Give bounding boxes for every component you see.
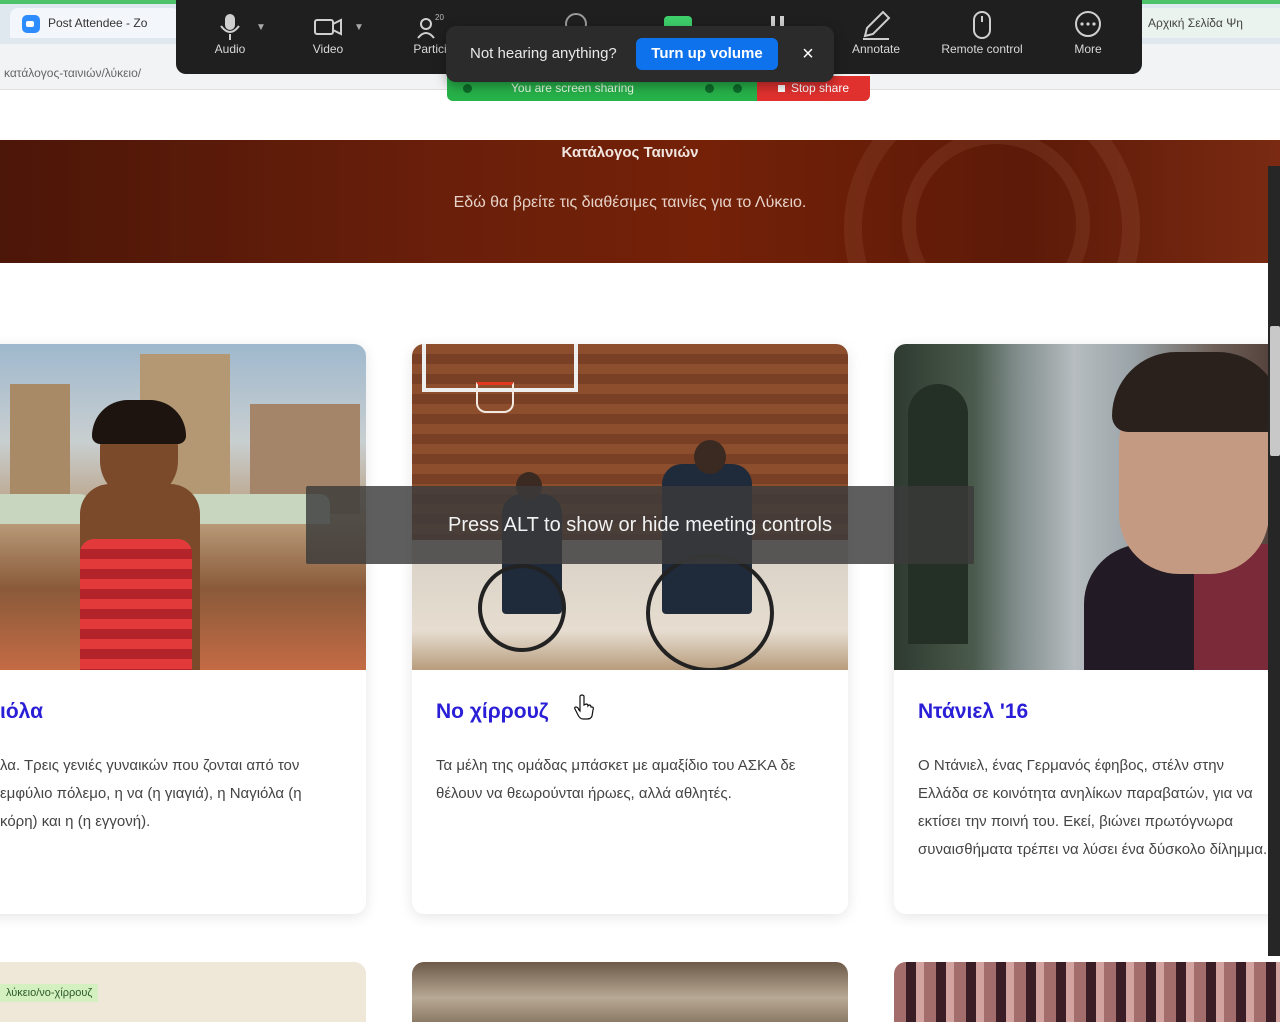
more-dots-icon <box>1038 8 1138 42</box>
meeting-controls-hint: Press ALT to show or hide meeting contro… <box>306 486 974 564</box>
catalog-banner: Κατάλογος Ταινιών Εδώ θα βρείτε τις διαθ… <box>0 140 1280 263</box>
annotate-button[interactable]: Annotate <box>826 6 926 70</box>
pencil-icon <box>826 8 926 42</box>
camera-indicator-icon[interactable] <box>733 84 742 93</box>
hand-cursor-icon <box>574 694 594 720</box>
participants-count: 20 <box>435 13 444 22</box>
movie-description: Τα μέλη της ομάδας μπάσκετ με αμαξίδιο τ… <box>436 757 796 802</box>
url-status-tooltip: λύκειο/νο-χίρρουζ <box>0 984 99 1002</box>
browser-tab-home[interactable]: Αρχική Σελίδα Ψη <box>1142 8 1280 38</box>
sharing-indicator-icon <box>463 84 472 93</box>
audio-button[interactable]: Audio <box>180 6 280 70</box>
notification-message: Not hearing anything? <box>470 45 617 62</box>
movie-title[interactable]: ιόλα <box>0 700 43 724</box>
stop-square-icon <box>777 85 785 92</box>
browser-tab-right-title: Αρχική Σελίδα Ψη <box>1148 16 1243 30</box>
movie-card-partial[interactable] <box>412 962 848 1022</box>
zoom-app-icon <box>22 14 40 33</box>
movie-card-partial[interactable] <box>894 962 1280 1022</box>
movie-description: Ο Ντάνιελ, ένας Γερμανός έφηβος, στέλν σ… <box>918 757 1268 858</box>
browser-tab-zoom[interactable]: Post Attendee - Zo <box>10 8 180 38</box>
browser-tab-title: Post Attendee - Zo <box>48 16 148 30</box>
audio-options-chevron-icon[interactable]: ▼ <box>256 22 266 33</box>
mute-indicator-icon[interactable] <box>705 84 714 93</box>
video-options-chevron-icon[interactable]: ▼ <box>354 22 364 33</box>
volume-notification: Not hearing anything? Turn up volume × <box>446 26 834 82</box>
mouse-icon <box>932 8 1032 42</box>
movie-description: λα. Τρεις γενιές γυναικών που ζονται από… <box>0 757 302 830</box>
banner-title: Κατάλογος Ταινιών <box>561 144 699 161</box>
movie-card[interactable]: Νο χίρρουζ Τα μέλη της ομάδας μπάσκετ με… <box>412 344 848 914</box>
movie-title[interactable]: Νο χίρρουζ <box>436 700 548 724</box>
remote-control-button[interactable]: Remote control <box>932 6 1032 70</box>
movie-card-partial[interactable]: λύκειο/νο-χίρρουζ <box>0 962 366 1022</box>
movie-card[interactable]: Ντάνιελ '16 Ο Ντάνιελ, ένας Γερμανός έφη… <box>894 344 1280 914</box>
movie-card[interactable]: ιόλα λα. Τρεις γενιές γυναικών που ζοντα… <box>0 344 366 914</box>
scrollbar-thumb[interactable] <box>1270 326 1280 456</box>
video-button[interactable]: Video <box>278 6 378 70</box>
more-button[interactable]: More <box>1038 6 1138 70</box>
scrollbar-track[interactable] <box>1268 166 1280 956</box>
address-text: κατάλογος-ταινιών/λύκειο/ <box>4 66 142 80</box>
movie-title[interactable]: Ντάνιελ '16 <box>918 700 1028 724</box>
turn-up-volume-button[interactable]: Turn up volume <box>636 38 778 70</box>
close-icon[interactable]: × <box>794 40 822 68</box>
banner-subtitle: Εδώ θα βρείτε τις διαθέσιμες ταινίες για… <box>453 194 807 211</box>
